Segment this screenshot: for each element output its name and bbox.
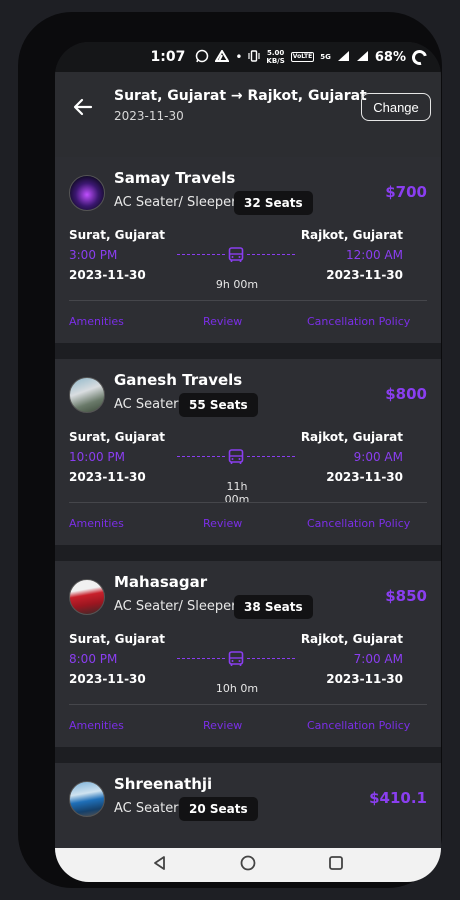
route-line: [177, 456, 225, 457]
seats-badge: 55 Seats: [179, 393, 258, 417]
amenities-link[interactable]: Amenities: [69, 719, 124, 732]
route-line: [177, 254, 225, 255]
bus-type: AC Seater: [114, 397, 179, 412]
amenities-link[interactable]: Amenities: [69, 517, 124, 530]
operator-name: Mahasagar: [114, 573, 208, 591]
departure-date: 2023-11-30: [69, 470, 146, 484]
bus-type: AC Seater/ Sleeper: [114, 599, 237, 614]
operator-name: Samay Travels: [114, 169, 236, 187]
nav-back-icon[interactable]: [152, 855, 168, 875]
departure-date: 2023-11-30: [69, 672, 146, 686]
app-header: [55, 72, 441, 170]
bus-card[interactable]: Mahasagar AC Seater/ Sleeper 38 Seats $8…: [55, 561, 441, 747]
signal-icon: [337, 50, 350, 64]
seats-badge: 20 Seats: [179, 797, 258, 821]
operator-avatar: [69, 377, 105, 413]
departure-time: 10:00 PM: [69, 450, 125, 464]
departure-city: Surat, Gujarat: [69, 632, 166, 646]
departure-city: Surat, Gujarat: [69, 430, 166, 444]
bus-icon: [227, 448, 245, 466]
whatsapp-icon: [195, 49, 209, 65]
divider: [69, 300, 427, 301]
system-nav-bar: [55, 848, 441, 882]
arrival-time: 9:00 AM: [353, 450, 403, 464]
divider: [69, 502, 427, 503]
back-button[interactable]: [71, 95, 95, 119]
route-to: Rajkot, Gujarat: [247, 88, 367, 104]
battery-icon: [409, 46, 430, 68]
network-type: 5G: [320, 53, 331, 61]
volte-badge: VoLTE: [290, 52, 315, 62]
bus-icon: [227, 650, 245, 668]
arrival-city: Rajkot, Gujarat: [300, 632, 403, 646]
cancellation-policy-link[interactable]: Cancellation Policy: [307, 315, 410, 328]
divider: [69, 704, 427, 705]
arrow-left-icon: [73, 98, 93, 116]
review-link[interactable]: Review: [203, 719, 242, 732]
route-arrow-icon: →: [230, 88, 243, 104]
battery-level: 68%: [374, 49, 406, 65]
route-line: [247, 254, 295, 255]
bus-card[interactable]: Shreenathji AC Seater 20 Seats $410.1: [55, 763, 441, 853]
route-line: [247, 456, 295, 457]
bus-card[interactable]: Ganesh Travels AC Seater 55 Seats $800 S…: [55, 359, 441, 545]
amenities-link[interactable]: Amenities: [69, 315, 124, 328]
route-line: [247, 658, 295, 659]
seats-badge: 32 Seats: [234, 191, 313, 215]
fare-price: $800: [385, 385, 427, 403]
nav-recents-icon[interactable]: [328, 855, 344, 875]
operator-avatar: [69, 781, 105, 817]
seats-badge: 38 Seats: [234, 595, 313, 619]
route-from: Surat, Gujarat: [114, 88, 227, 104]
arrival-time: 12:00 AM: [346, 248, 403, 262]
operator-name: Shreenathji: [114, 775, 213, 793]
signal-icon-2: [356, 50, 369, 64]
fare-price: $410.1: [369, 789, 427, 807]
dot-icon: •: [235, 50, 243, 64]
route-line: [177, 658, 225, 659]
review-link[interactable]: Review: [203, 315, 242, 328]
arrival-city: Rajkot, Gujarat: [300, 430, 403, 444]
arrival-date: 2023-11-30: [326, 268, 403, 282]
app-screen: 1:07 • 5.00 KB/S VoLTE 5G 68% Surat, Guj…: [55, 42, 441, 882]
bus-icon: [227, 246, 245, 264]
departure-city: Surat, Gujarat: [69, 228, 166, 242]
review-link[interactable]: Review: [203, 517, 242, 530]
vibrate-icon: [248, 50, 261, 64]
phone-frame: 1:07 • 5.00 KB/S VoLTE 5G 68% Surat, Guj…: [18, 12, 442, 888]
bus-card[interactable]: Samay Travels AC Seater/ Sleeper 32 Seat…: [55, 157, 441, 343]
operator-avatar: [69, 175, 105, 211]
fare-price: $700: [385, 183, 427, 201]
status-bar: 1:07 • 5.00 KB/S VoLTE 5G 68%: [55, 42, 441, 72]
nav-home-icon[interactable]: [240, 855, 256, 875]
status-time: 1:07: [150, 49, 186, 65]
network-speed: 5.00 KB/S: [266, 49, 285, 65]
arrival-date: 2023-11-30: [326, 470, 403, 484]
departure-time: 3:00 PM: [69, 248, 118, 262]
cancellation-policy-link[interactable]: Cancellation Policy: [307, 517, 410, 530]
bus-type: AC Seater: [114, 801, 179, 816]
arrival-time: 7:00 AM: [353, 652, 403, 666]
operator-name: Ganesh Travels: [114, 371, 243, 389]
fare-price: $850: [385, 587, 427, 605]
trip-duration: 9h 00m: [215, 278, 259, 291]
app-notification-icon: [214, 49, 231, 64]
change-button[interactable]: Change: [361, 93, 431, 121]
departure-time: 8:00 PM: [69, 652, 118, 666]
trip-duration: 10h 0m: [215, 682, 259, 695]
arrival-date: 2023-11-30: [326, 672, 403, 686]
departure-date: 2023-11-30: [69, 268, 146, 282]
cancellation-policy-link[interactable]: Cancellation Policy: [307, 719, 410, 732]
bus-type: AC Seater/ Sleeper: [114, 195, 237, 210]
arrival-city: Rajkot, Gujarat: [300, 228, 403, 242]
operator-avatar: [69, 579, 105, 615]
route-title: Surat, Gujarat → Rajkot, Gujarat: [114, 88, 367, 104]
route-date: 2023-11-30: [114, 109, 184, 123]
